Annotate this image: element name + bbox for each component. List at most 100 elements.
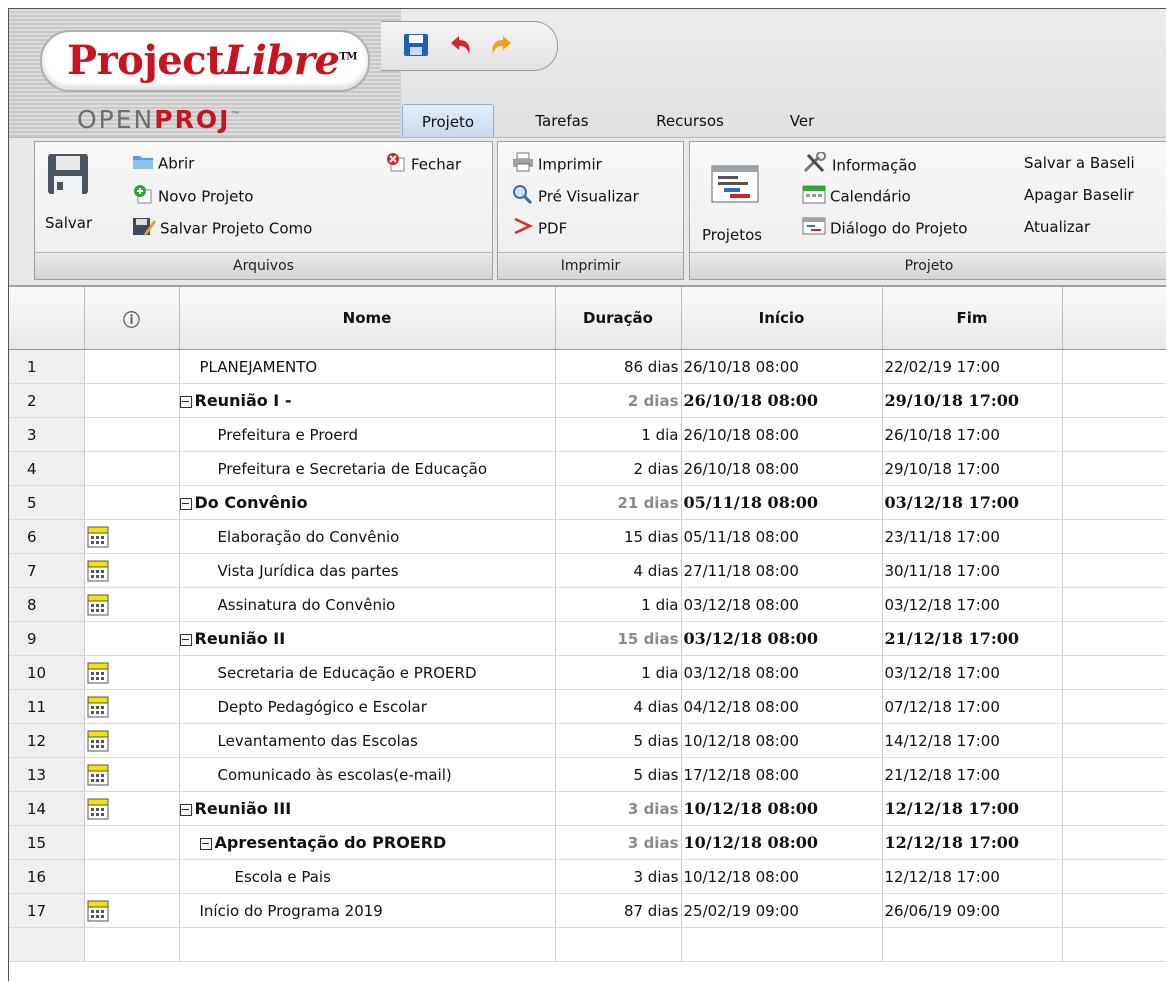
row-duration[interactable]: 4 dias [555, 553, 682, 588]
row-start[interactable]: 26/10/18 08:00 [681, 417, 883, 452]
empty-row[interactable] [9, 927, 1166, 962]
row-id[interactable]: 16 [9, 859, 85, 894]
tab-projeto[interactable]: Projeto [402, 104, 494, 139]
header-fim[interactable]: Fim [882, 287, 1063, 350]
row-extra[interactable] [1062, 451, 1166, 486]
task-row[interactable]: 13 Comunicado às escolas(e-mail) 5 dias 17/… [9, 757, 1166, 792]
row-id[interactable]: 9 [9, 621, 85, 656]
row-id[interactable] [9, 927, 85, 962]
row-name[interactable]: Secretaria de Educação e PROERD [179, 655, 556, 690]
row-start[interactable]: 05/11/18 08:00 [681, 485, 883, 520]
row-start[interactable]: 10/12/18 08:00 [681, 859, 883, 894]
tab-ver[interactable]: Ver [782, 104, 822, 138]
row-duration[interactable]: 2 dias [555, 451, 682, 486]
projetos-button[interactable]: Projetos [696, 160, 780, 250]
task-row[interactable]: 12 Levantamento das Escolas 5 dias 10/12/18… [9, 723, 1166, 758]
row-duration[interactable]: 2 dias [555, 383, 682, 418]
row-duration[interactable]: 3 dias [555, 859, 682, 894]
row-start[interactable]: 05/11/18 08:00 [681, 519, 883, 554]
informacao-button[interactable]: Informação [802, 151, 917, 175]
row-name[interactable]: Prefeitura e Proerd [179, 417, 556, 452]
row-end[interactable]: 21/12/18 17:00 [882, 757, 1063, 792]
task-row[interactable]: 3 Prefeitura e Proerd 1 dia 26/10/18 08:00 2… [9, 417, 1166, 452]
task-row[interactable]: 8 Assinatura do Convênio 1 dia 03/12/18 08:… [9, 587, 1166, 622]
row-id[interactable]: 7 [9, 553, 85, 588]
row-start[interactable]: 26/10/18 08:00 [681, 383, 883, 418]
row-end[interactable]: 12/12/18 17:00 [882, 825, 1063, 860]
row-name[interactable]: Comunicado às escolas(e-mail) [179, 757, 556, 792]
row-id[interactable]: 11 [9, 689, 85, 724]
row-extra[interactable] [1062, 893, 1166, 928]
row-end[interactable]: 26/06/19 09:00 [882, 893, 1063, 928]
row-duration[interactable]: 3 dias [555, 791, 682, 826]
tab-tarefas[interactable]: Tarefas [527, 104, 597, 138]
undo-icon[interactable] [447, 33, 473, 57]
row-duration[interactable]: 15 dias [555, 621, 682, 656]
row-extra[interactable] [1062, 859, 1166, 894]
row-extra[interactable] [1062, 757, 1166, 792]
row-start[interactable]: 10/12/18 08:00 [681, 791, 883, 826]
header-id[interactable] [9, 287, 85, 350]
row-end[interactable]: 12/12/18 17:00 [882, 859, 1063, 894]
row-duration[interactable]: 3 dias [555, 825, 682, 860]
row-duration[interactable]: 86 dias [555, 349, 682, 384]
row-start[interactable]: 04/12/18 08:00 [681, 689, 883, 724]
row-duration[interactable]: 15 dias [555, 519, 682, 554]
row-extra[interactable] [1062, 655, 1166, 690]
novo-projeto-button[interactable]: Novo Projeto [132, 184, 253, 206]
salvar-baseline-button[interactable]: Salvar a Baseli [1024, 152, 1135, 174]
tab-recursos[interactable]: Recursos [649, 104, 731, 138]
pdf-button[interactable]: PDF [512, 216, 567, 238]
salvar-projeto-como-button[interactable]: Salvar Projeto Como [132, 216, 312, 238]
row-id[interactable]: 14 [9, 791, 85, 826]
task-row[interactable]: 4 Prefeitura e Secretaria de Educação 2 di… [9, 451, 1166, 486]
row-name[interactable]: Vista Jurídica das partes [179, 553, 556, 588]
task-row[interactable]: 16 Escola e Pais 3 dias 10/12/18 08:00 12/12… [9, 859, 1166, 894]
header-empty[interactable] [1062, 287, 1166, 350]
row-name[interactable]: Início do Programa 2019 [179, 893, 556, 928]
row-duration[interactable]: 4 dias [555, 689, 682, 724]
header-inicio[interactable]: Início [681, 287, 883, 350]
task-row[interactable]: 17 Início do Programa 2019 87 dias 25/02/19… [9, 893, 1166, 928]
row-duration[interactable]: 5 dias [555, 757, 682, 792]
row-end[interactable]: 12/12/18 17:00 [882, 791, 1063, 826]
collapse-toggle-icon[interactable]: − [199, 837, 212, 850]
row-end[interactable]: 21/12/18 17:00 [882, 621, 1063, 656]
row-id[interactable]: 4 [9, 451, 85, 486]
row-start[interactable]: 03/12/18 08:00 [681, 655, 883, 690]
row-extra[interactable] [1062, 519, 1166, 554]
task-row[interactable]: 6 Elaboração do Convênio 15 dias 05/11/18 0… [9, 519, 1166, 554]
row-id[interactable]: 2 [9, 383, 85, 418]
row-name[interactable]: Assinatura do Convênio [179, 587, 556, 622]
task-row[interactable]: 9− Reunião II 15 dias 03/12/18 08:00 21/12/1… [9, 621, 1166, 656]
atualizar-button[interactable]: Atualizar [1024, 216, 1090, 238]
row-end[interactable]: 29/10/18 17:00 [882, 383, 1063, 418]
row-extra[interactable] [1062, 553, 1166, 588]
row-name[interactable]: − Reunião III [179, 791, 556, 826]
row-id[interactable]: 15 [9, 825, 85, 860]
row-id[interactable]: 8 [9, 587, 85, 622]
row-end[interactable]: 30/11/18 17:00 [882, 553, 1063, 588]
dialogo-do-projeto-button[interactable]: Diálogo do Projeto [802, 216, 967, 238]
row-start[interactable]: 26/10/18 08:00 [681, 349, 883, 384]
row-name[interactable]: Prefeitura e Secretaria de Educação [179, 451, 556, 486]
row-end[interactable]: 22/02/19 17:00 [882, 349, 1063, 384]
row-extra[interactable] [1062, 621, 1166, 656]
pre-visualizar-button[interactable]: Pré Visualizar [512, 184, 639, 206]
task-row[interactable]: 10 Secretaria de Educação e PROERD 1 dia 03… [9, 655, 1166, 690]
row-duration[interactable]: 5 dias [555, 723, 682, 758]
row-end[interactable]: 03/12/18 17:00 [882, 485, 1063, 520]
task-row[interactable]: 2− Reunião I -2 dias 26/10/18 08:00 29/10/1… [9, 383, 1166, 418]
collapse-toggle-icon[interactable]: − [179, 633, 192, 646]
task-row[interactable]: 1 PLANEJAMENTO 86 dias 26/10/18 08:00 22/02/… [9, 349, 1166, 384]
row-duration[interactable]: 1 dia [555, 417, 682, 452]
row-id[interactable]: 3 [9, 417, 85, 452]
task-row[interactable]: 7 Vista Jurídica das partes 4 dias 27/11/18… [9, 553, 1166, 588]
header-duracao[interactable]: Duração [555, 287, 682, 350]
row-duration[interactable]: 1 dia [555, 587, 682, 622]
salvar-button[interactable]: Salvar [43, 152, 93, 240]
calendario-button[interactable]: Calendário [802, 184, 911, 206]
row-extra[interactable] [1062, 383, 1166, 418]
row-extra[interactable] [1062, 349, 1166, 384]
row-end[interactable]: 03/12/18 17:00 [882, 655, 1063, 690]
